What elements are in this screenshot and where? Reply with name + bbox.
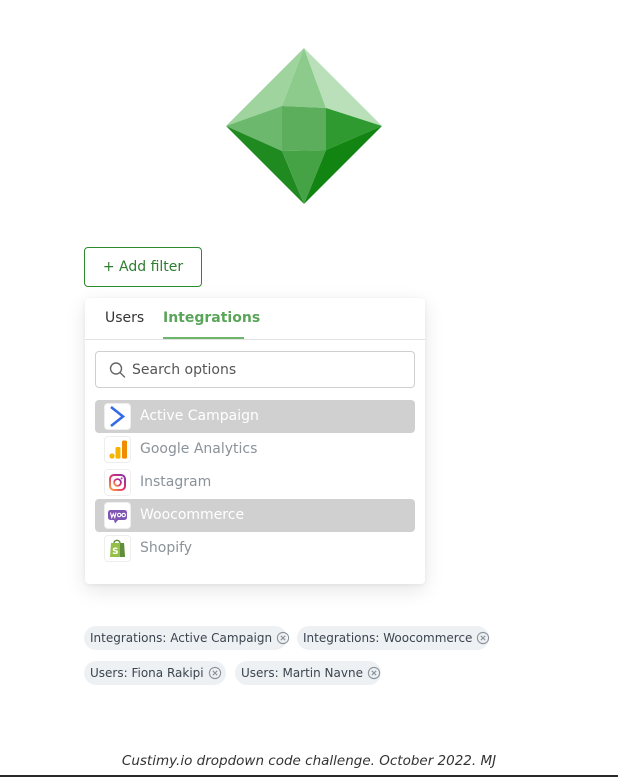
tab-integrations[interactable]: Integrations xyxy=(163,310,260,326)
dropdown-tabs: Users Integrations xyxy=(85,298,425,340)
close-icon[interactable] xyxy=(208,666,222,680)
option-label: Google Analytics xyxy=(140,441,258,457)
green-octahedron-gem-icon xyxy=(226,48,382,204)
close-icon[interactable] xyxy=(367,666,381,680)
chip-label: Integrations: Woocommerce xyxy=(303,631,473,645)
add-filter-button[interactable]: + Add filter xyxy=(84,247,202,287)
woocommerce-icon xyxy=(105,503,130,528)
chip-label: Users: Martin Navne xyxy=(241,666,363,680)
close-icon[interactable] xyxy=(476,631,490,645)
option-active-campaign[interactable]: Active Campaign xyxy=(95,400,415,433)
google-analytics-icon xyxy=(105,437,130,462)
active-campaign-icon xyxy=(105,404,130,429)
active-tab-indicator xyxy=(163,337,244,339)
option-label: Instagram xyxy=(140,474,212,490)
option-google-analytics[interactable]: Google Analytics xyxy=(95,433,415,466)
option-instagram[interactable]: Instagram xyxy=(95,466,415,499)
filter-dropdown: Users Integrations Active Campaign xyxy=(85,298,425,584)
close-icon[interactable] xyxy=(276,631,290,645)
search-input[interactable] xyxy=(132,352,402,387)
option-woocommerce[interactable]: Woocommerce xyxy=(95,499,415,532)
tab-users[interactable]: Users xyxy=(105,310,144,326)
filter-chip: Integrations: Woocommerce xyxy=(297,626,490,650)
chip-label: Users: Fiona Rakipi xyxy=(90,666,204,680)
bottom-divider xyxy=(0,775,618,777)
filter-chip: Users: Fiona Rakipi xyxy=(84,661,226,685)
option-shopify[interactable]: S Shopify xyxy=(95,532,415,565)
search-icon xyxy=(108,361,126,379)
filter-chip: Users: Martin Navne xyxy=(235,661,381,685)
option-label: Woocommerce xyxy=(140,507,245,523)
svg-text:S: S xyxy=(112,547,118,557)
shopify-icon: S xyxy=(105,536,130,561)
option-label: Shopify xyxy=(140,540,193,556)
search-box xyxy=(95,351,415,388)
filter-chip: Integrations: Active Campaign xyxy=(84,626,290,650)
footer-caption: Custimy.io dropdown code challenge. Octo… xyxy=(121,753,497,769)
instagram-icon xyxy=(105,470,130,495)
option-label: Active Campaign xyxy=(140,408,259,424)
chip-label: Integrations: Active Campaign xyxy=(90,631,273,645)
